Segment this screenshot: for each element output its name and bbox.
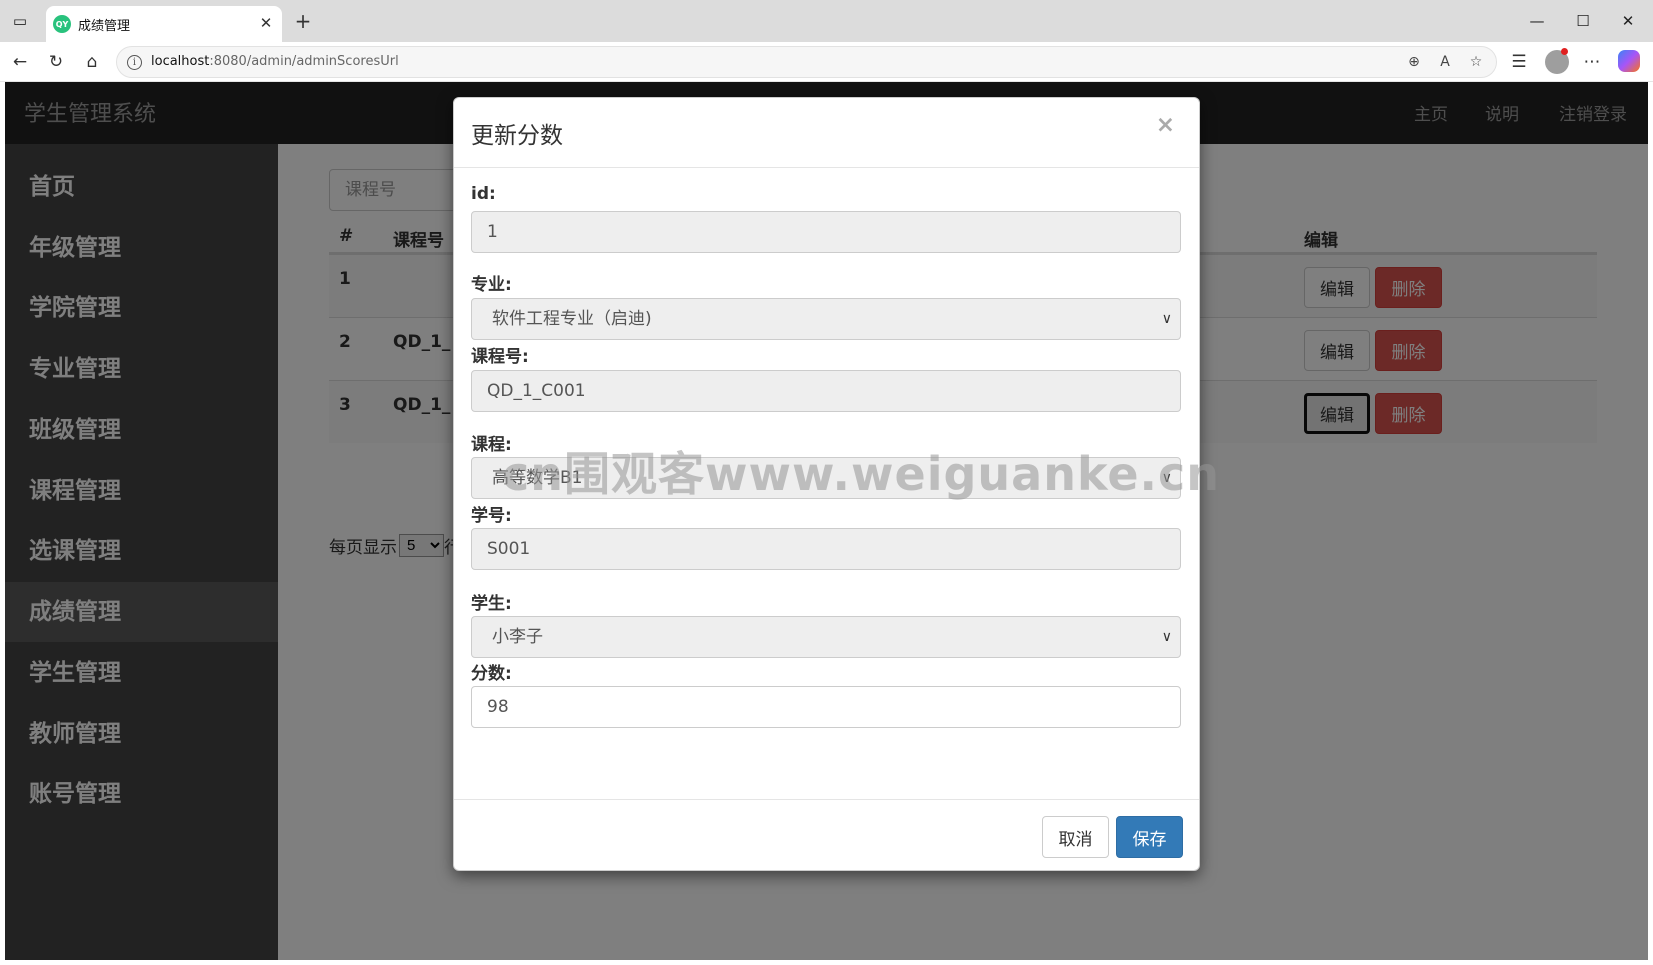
- course-no-field[interactable]: QD_1_C001: [471, 370, 1181, 412]
- save-button[interactable]: 保存: [1116, 816, 1183, 858]
- score-label: 分数:: [471, 664, 512, 684]
- score-input[interactable]: 98: [471, 686, 1181, 728]
- browser-tab[interactable]: QY 成绩管理 ✕: [46, 6, 282, 42]
- tab-close-icon[interactable]: ✕: [256, 13, 276, 33]
- dialog-close-icon[interactable]: ×: [1156, 112, 1175, 138]
- student-select[interactable]: 小李子 ∨: [471, 616, 1181, 658]
- page-viewport: 学生管理系统 主页 说明 注销登录 首页 年级管理 学院管理 专业管理 班级管理…: [5, 82, 1648, 960]
- url-path: :8080/admin/adminScoresUrl: [209, 54, 399, 69]
- id-label: id:: [471, 184, 496, 204]
- site-info-icon[interactable]: i: [127, 55, 142, 70]
- browser-tab-bar: ▭ QY 成绩管理 ✕ + — ☐ ✕: [0, 0, 1653, 42]
- course-no-label: 课程号:: [471, 347, 529, 367]
- student-no-field[interactable]: S001: [471, 528, 1181, 570]
- browser-toolbar: ← ↻ ⌂ i localhost:8080/admin/adminScores…: [0, 42, 1653, 82]
- notification-dot: [1561, 48, 1568, 55]
- more-menu-icon[interactable]: ⋯: [1581, 51, 1603, 73]
- reload-icon[interactable]: ↻: [45, 51, 67, 73]
- major-selected: 软件工程专业（启迪): [492, 309, 652, 329]
- window-close-icon[interactable]: ✕: [1617, 10, 1639, 32]
- major-label: 专业:: [471, 275, 512, 295]
- minimize-icon[interactable]: —: [1526, 10, 1548, 32]
- address-bar[interactable]: i localhost:8080/admin/adminScoresUrl ⊕ …: [116, 46, 1497, 78]
- id-field[interactable]: 1: [471, 211, 1181, 253]
- url-text: localhost:8080/admin/adminScoresUrl: [151, 54, 399, 69]
- maximize-icon[interactable]: ☐: [1572, 10, 1594, 32]
- read-aloud-icon[interactable]: A: [1435, 52, 1455, 72]
- home-icon[interactable]: ⌂: [81, 51, 103, 73]
- copilot-icon[interactable]: [1618, 50, 1640, 72]
- favorites-icon[interactable]: ☰: [1508, 51, 1530, 73]
- new-tab-icon[interactable]: +: [292, 9, 314, 33]
- dialog-title: 更新分数: [471, 123, 563, 149]
- zoom-icon[interactable]: ⊕: [1404, 52, 1424, 72]
- student-label: 学生:: [471, 594, 512, 614]
- cancel-button[interactable]: 取消: [1042, 816, 1109, 858]
- back-icon[interactable]: ←: [9, 51, 31, 73]
- student-no-label: 学号:: [471, 506, 512, 526]
- favorite-star-icon[interactable]: ☆: [1466, 52, 1486, 72]
- chevron-down-icon: ∨: [1161, 629, 1172, 645]
- divider: [454, 799, 1199, 800]
- tab-title: 成绩管理: [78, 19, 131, 34]
- url-host: localhost: [151, 54, 210, 69]
- tab-actions-icon[interactable]: ▭: [9, 10, 31, 32]
- major-select[interactable]: 软件工程专业（启迪) ∨: [471, 298, 1181, 340]
- student-selected: 小李子: [492, 627, 543, 647]
- favicon-icon: QY: [53, 15, 71, 33]
- divider: [454, 167, 1199, 168]
- watermark-text: cn围观客www.weiguanke.cn: [502, 447, 1221, 501]
- chevron-down-icon: ∨: [1161, 311, 1172, 327]
